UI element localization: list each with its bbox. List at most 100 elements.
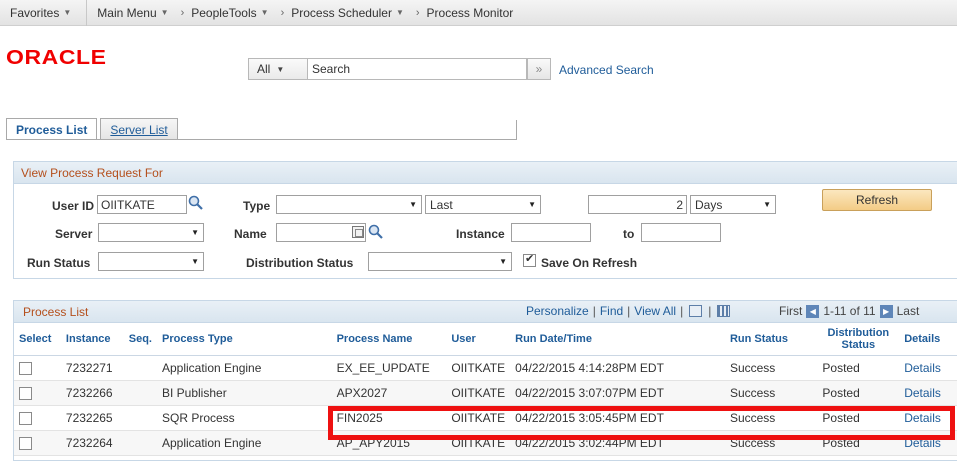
instance-cell: 7232266 (60, 380, 124, 406)
last-select[interactable]: Last ▼ (425, 195, 541, 214)
details-link[interactable]: Details (904, 361, 941, 375)
row-select-checkbox[interactable] (19, 361, 32, 375)
distribution-status-cell: Posted (817, 355, 900, 381)
type-select[interactable]: ▼ (276, 195, 422, 214)
table-header-row: Select Instance Seq. Process Type Proces… (14, 323, 957, 356)
grid-title: Process List (23, 304, 89, 319)
main-menu[interactable]: Main Menu ▼ (97, 6, 173, 20)
days-count-input[interactable] (588, 195, 687, 214)
instance-from-input[interactable] (511, 223, 591, 242)
row-select-checkbox[interactable] (19, 411, 32, 425)
chevron-down-icon: ▼ (276, 64, 285, 74)
col-seq: Seq. (123, 323, 157, 356)
personalize-link[interactable]: Personalize (526, 304, 589, 318)
col-details: Details (899, 323, 957, 356)
col-user: User (446, 323, 511, 356)
find-link[interactable]: Find (600, 304, 623, 318)
distribution-status-cell: Posted (817, 430, 900, 456)
search-go-button[interactable]: » (527, 58, 551, 80)
process-type-cell: Application Engine (156, 430, 332, 456)
distribution-status-label: Distribution Status (246, 256, 354, 270)
process-list-grid: Process List Personalize | Find | View A… (13, 300, 957, 461)
next-arrow-icon[interactable]: ▶ (879, 304, 893, 318)
refresh-button[interactable]: Refresh (822, 189, 932, 211)
server-select[interactable]: ▼ (98, 223, 204, 242)
chevron-down-icon: ▼ (409, 200, 417, 209)
breadcrumb-peopletools[interactable]: PeopleTools ▼ (191, 6, 273, 20)
chevron-down-icon: ▼ (528, 200, 536, 209)
col-process-type: Process Type (156, 323, 332, 356)
search-scope-select[interactable]: All ▼ (248, 58, 308, 80)
days-unit-select[interactable]: Days ▼ (690, 195, 776, 214)
previous-arrow-icon[interactable]: ◀ (806, 304, 820, 318)
process-list-table: Select Instance Seq. Process Type Proces… (14, 323, 957, 456)
table-row: 7232271 Application Engine EX_EE_UPDATE … (14, 355, 957, 381)
advanced-search-link[interactable]: Advanced Search (559, 63, 654, 77)
table-row: 7232266 BI Publisher APX2027 OIITKATE 04… (14, 380, 957, 406)
col-process-name: Process Name (331, 323, 447, 356)
distribution-status-cell: Posted (817, 380, 900, 406)
user-cell: OIITKATE (446, 380, 511, 406)
instance-to-input[interactable] (641, 223, 721, 242)
seq-cell (123, 430, 157, 456)
col-select: Select (14, 323, 61, 356)
chevron-down-icon: ▼ (191, 257, 199, 266)
table-row: 7232264 Application Engine AP_APY2015 OI… (14, 430, 957, 456)
prompt-icon[interactable] (352, 226, 364, 238)
seq-cell (123, 405, 157, 431)
seq-cell (123, 380, 157, 406)
process-name-cell: FIN2025 (331, 405, 447, 431)
process-name-cell: EX_EE_UPDATE (331, 355, 447, 381)
first-label: First (779, 304, 803, 318)
save-on-refresh-label: Save On Refresh (541, 256, 638, 270)
col-run-status: Run Status (724, 323, 818, 356)
distribution-status-select[interactable]: ▼ (368, 252, 512, 271)
type-label: Type (243, 199, 271, 213)
process-type-cell: BI Publisher (156, 380, 332, 406)
run-status-select[interactable]: ▼ (98, 252, 204, 271)
row-select-checkbox[interactable] (19, 436, 32, 450)
view-all-link[interactable]: View All (634, 304, 676, 318)
save-on-refresh-checkbox[interactable] (523, 252, 536, 267)
user-cell: OIITKATE (446, 405, 511, 431)
days-unit-value: Days (695, 197, 723, 212)
run-status-cell: Success (724, 405, 818, 431)
chevron-down-icon: ▼ (395, 8, 404, 17)
last-value: Last (430, 197, 453, 212)
grid-toolbar: Personalize | Find | View All | | (526, 304, 732, 318)
run-datetime-cell: 04/22/2015 3:05:45PM EDT (510, 405, 725, 431)
new-window-icon[interactable] (689, 305, 703, 317)
to-label: to (623, 227, 635, 241)
instance-label: Instance (456, 227, 505, 241)
tab-server-list[interactable]: Server List (100, 118, 178, 140)
row-select-checkbox[interactable] (19, 386, 32, 400)
breadcrumb-arrow-icon: › (415, 6, 420, 19)
details-link[interactable]: Details (904, 436, 941, 450)
main-menu-label: Main Menu (97, 5, 157, 20)
favorites-label: Favorites (10, 5, 60, 20)
grid-header: Process List Personalize | Find | View A… (14, 301, 957, 323)
user-id-label: User ID (52, 199, 95, 213)
search-input[interactable] (307, 58, 527, 80)
lookup-icon[interactable] (368, 224, 384, 240)
user-cell: OIITKATE (446, 430, 511, 456)
details-link[interactable]: Details (904, 386, 941, 400)
tab-process-list[interactable]: Process List (6, 118, 98, 140)
chevron-down-icon: ▼ (499, 257, 507, 266)
run-status-cell: Success (724, 355, 818, 381)
distribution-status-cell: Posted (817, 405, 900, 431)
favorites-menu[interactable]: Favorites ▼ (10, 6, 76, 20)
col-distribution-status: Distribution Status (817, 323, 900, 356)
process-name-cell: AP_APY2015 (331, 430, 447, 456)
chevron-down-icon: ▼ (160, 8, 169, 17)
chevron-down-icon: ▼ (191, 228, 199, 237)
header: ORACLE All ▼ » Advanced Search (0, 27, 957, 93)
details-link[interactable]: Details (904, 411, 941, 425)
chevron-down-icon: ▼ (763, 200, 771, 209)
breadcrumb-process-scheduler[interactable]: Process Scheduler ▼ (291, 6, 409, 20)
breadcrumb-process-monitor[interactable]: Process Monitor (427, 6, 514, 20)
lookup-icon[interactable] (188, 195, 204, 211)
last-label: Last (896, 304, 920, 318)
user-id-input[interactable] (97, 195, 187, 214)
download-grid-icon[interactable] (717, 305, 731, 317)
